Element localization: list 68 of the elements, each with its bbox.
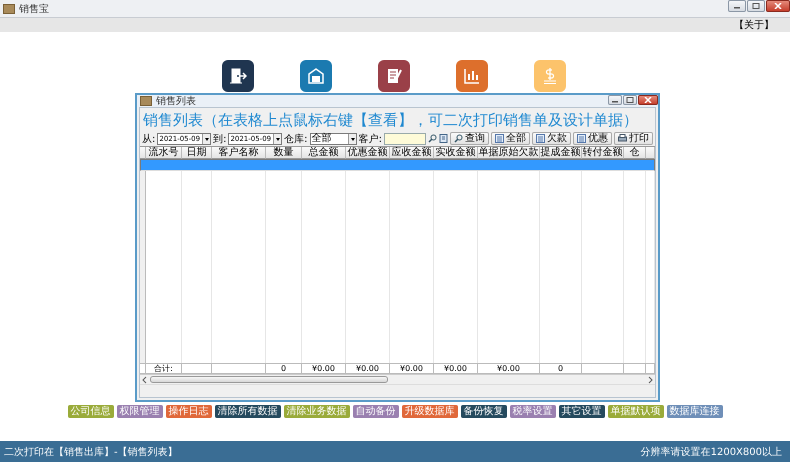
maximize-button[interactable] <box>623 95 637 105</box>
window-title: 销售宝 <box>19 2 49 16</box>
caret-icon <box>273 134 282 144</box>
dollar-icon <box>541 67 559 85</box>
total-cell: ¥0.00 <box>434 363 478 374</box>
warehouse-dropdown[interactable]: 全部 <box>310 132 357 144</box>
maximize-button[interactable] <box>747 0 765 12</box>
status-hint: 二次打印在【销售出库】-【销售列表】 <box>4 446 178 458</box>
column-header[interactable]: 日期 <box>182 147 212 159</box>
to-label: 到: <box>213 132 226 146</box>
chart-tile[interactable] <box>456 60 488 92</box>
maximize-icon <box>626 97 634 103</box>
close-icon <box>774 3 782 9</box>
printer-icon <box>618 134 627 143</box>
document-tile[interactable] <box>378 60 410 92</box>
minimize-button[interactable] <box>728 0 746 12</box>
total-cell: ¥0.00 <box>302 363 346 374</box>
list-button[interactable]: 优惠 <box>573 132 612 145</box>
warehouse-label: 仓库: <box>284 132 308 146</box>
total-cell: ¥0.00 <box>346 363 390 374</box>
header-cell <box>646 147 655 159</box>
table-row[interactable] <box>140 159 655 171</box>
caret-icon <box>348 134 356 144</box>
search-icon <box>454 134 463 143</box>
money-tile[interactable] <box>534 60 566 92</box>
house-icon <box>307 67 325 85</box>
maximize-icon <box>752 3 760 9</box>
search-icon[interactable] <box>428 134 437 143</box>
caret-icon <box>202 134 210 144</box>
close-button[interactable] <box>766 0 790 12</box>
horizontal-scrollbar[interactable] <box>140 374 655 384</box>
app-icon <box>3 4 15 14</box>
list-icon <box>577 134 586 143</box>
search-button[interactable]: 查询 <box>450 132 489 145</box>
close-button[interactable] <box>638 95 658 105</box>
settings-button[interactable]: 清除所有数据 <box>214 405 280 418</box>
list-icon <box>495 134 504 143</box>
list-button[interactable]: 全部 <box>491 132 530 145</box>
total-cell: 0 <box>540 363 582 374</box>
column-header[interactable]: 单据原始欠款 <box>478 147 540 159</box>
from-label: 从: <box>142 132 156 146</box>
door-exit-icon <box>229 67 247 85</box>
header-cell <box>140 147 146 159</box>
total-cell: ¥0.00 <box>390 363 434 374</box>
document-icon[interactable] <box>439 134 448 143</box>
minimize-button[interactable] <box>608 95 622 105</box>
print-button[interactable]: 打印 <box>614 132 653 145</box>
page-heading: 销售列表（在表格上点鼠标右键【查看】，可二次打印销售单及设计单据） <box>142 110 639 131</box>
exit-tile[interactable] <box>222 60 254 92</box>
resolution-hint: 分辨率请设置在1200X800以上 <box>640 446 782 458</box>
window-title: 销售列表 <box>156 94 196 108</box>
warehouse-tile[interactable] <box>300 60 332 92</box>
app-icon <box>140 96 152 106</box>
customer-label: 客户: <box>358 132 382 146</box>
customer-input-field[interactable] <box>384 132 426 144</box>
total-cell: ¥0.00 <box>478 363 540 374</box>
bar-chart-icon <box>463 67 481 85</box>
list-icon <box>536 134 545 143</box>
settings-button[interactable]: 其它设置 <box>558 405 604 418</box>
column-header[interactable]: 数量 <box>266 147 302 159</box>
column-header[interactable]: 仓 <box>624 147 646 159</box>
list-button[interactable]: 欠款 <box>532 132 571 145</box>
settings-button[interactable]: 备份恢复 <box>460 405 506 418</box>
about-link[interactable]: 【关于】 <box>734 18 774 32</box>
total-cell: 合计: <box>146 363 182 374</box>
total-cell: 0 <box>266 363 302 374</box>
close-icon <box>644 97 652 103</box>
document-pen-icon <box>385 67 403 85</box>
